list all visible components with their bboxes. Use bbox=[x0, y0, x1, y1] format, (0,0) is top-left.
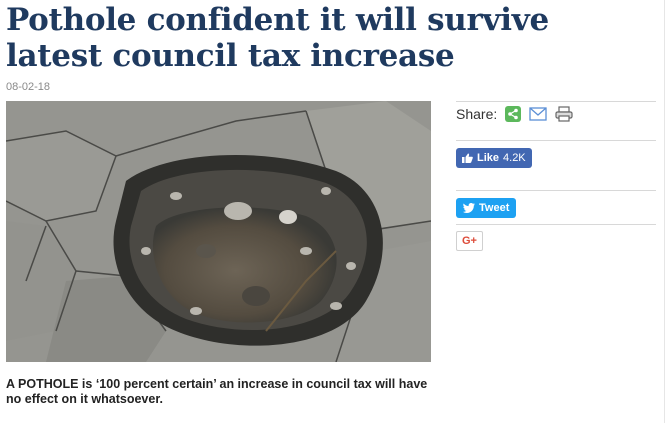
share-divider bbox=[456, 224, 656, 225]
facebook-like-button[interactable]: Like 4.2K bbox=[456, 148, 532, 168]
share-divider bbox=[456, 140, 656, 141]
article-headline: Pothole confident it will survive latest… bbox=[6, 2, 549, 74]
mail-icon[interactable] bbox=[529, 107, 547, 121]
tweet-label: Tweet bbox=[479, 202, 510, 214]
article-standfirst: A POTHOLE is ‘100 percent certain’ an in… bbox=[6, 377, 428, 406]
thumbs-up-icon bbox=[462, 153, 473, 163]
facebook-like-label: Like bbox=[477, 152, 500, 164]
share-icon[interactable] bbox=[505, 106, 522, 122]
print-icon[interactable] bbox=[555, 106, 573, 122]
twitter-bird-icon bbox=[463, 203, 475, 213]
share-divider-top bbox=[456, 101, 656, 102]
google-plus-label: G+ bbox=[462, 235, 477, 247]
article-date: 08-02-18 bbox=[6, 81, 51, 93]
tweet-button[interactable]: Tweet bbox=[456, 198, 517, 218]
share-divider bbox=[456, 190, 656, 191]
pothole-photo bbox=[6, 101, 431, 362]
share-row: Share: bbox=[456, 106, 581, 122]
pothole-image bbox=[6, 101, 431, 362]
google-plus-button[interactable]: G+ bbox=[456, 231, 483, 251]
page-border bbox=[664, 0, 665, 423]
facebook-like-count: 4.2K bbox=[503, 152, 526, 164]
share-label: Share: bbox=[456, 106, 498, 122]
